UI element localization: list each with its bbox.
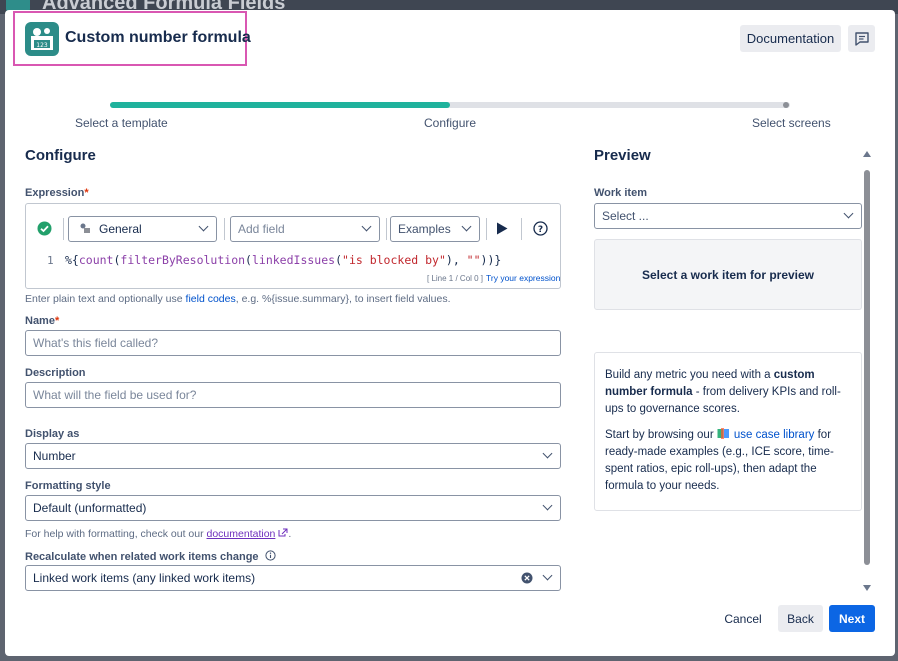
documentation-link[interactable]: documentation [207, 528, 276, 540]
help-icon[interactable]: ? [533, 221, 548, 239]
step-select-screens[interactable]: Select screens [752, 116, 831, 130]
chevron-down-icon [461, 221, 472, 232]
formula-app-icon: 123 [25, 22, 59, 56]
chevron-down-icon [361, 221, 372, 232]
chevron-down-icon [542, 570, 553, 581]
run-icon[interactable] [496, 222, 508, 238]
display-as-select[interactable]: Number [25, 443, 561, 469]
chevron-down-icon [198, 221, 209, 232]
toolbar-divider [486, 218, 487, 240]
formatting-style-select[interactable]: Default (unformatted) [25, 495, 561, 521]
back-button[interactable]: Back [778, 605, 823, 632]
recalculate-label: Recalculate when related work items chan… [25, 550, 276, 563]
preview-empty-state: Select a work item for preview [594, 239, 862, 310]
chevron-down-icon [843, 208, 854, 219]
svg-text:?: ? [538, 225, 543, 235]
toolbar-divider [521, 218, 522, 240]
name-input[interactable]: What's this field called? [25, 330, 561, 356]
feedback-button[interactable] [848, 25, 875, 52]
context-select-value: General [99, 222, 142, 236]
configure-heading: Configure [25, 147, 96, 164]
stepper-progress [110, 102, 450, 108]
expression-label: Expression* [25, 187, 89, 199]
name-label: Name* [25, 315, 60, 327]
work-item-label: Work item [594, 187, 647, 199]
formula-dialog: 123 Custom number formula Documentation … [5, 10, 895, 656]
field-codes-link[interactable]: field codes [186, 293, 236, 305]
book-icon [717, 428, 729, 439]
next-button[interactable]: Next [829, 605, 875, 632]
dialog-title: Custom number formula [65, 29, 251, 46]
description-label: Description [25, 367, 86, 379]
formatting-help: For help with formatting, check out our … [25, 528, 292, 540]
context-select[interactable]: General [68, 216, 217, 242]
step-select-template[interactable]: Select a template [75, 116, 168, 130]
examples-select[interactable]: Examples [390, 216, 480, 242]
add-field-select[interactable]: Add field [230, 216, 380, 242]
info-icon[interactable] [264, 550, 276, 561]
toolbar-divider [224, 218, 225, 240]
work-item-select[interactable]: Select ... [594, 203, 862, 229]
try-expression-link[interactable]: Try your expression [486, 273, 560, 283]
preview-heading: Preview [594, 147, 651, 164]
scrollbar[interactable] [864, 170, 870, 565]
display-as-label: Display as [25, 428, 80, 440]
description-input[interactable]: What will the field be used for? [25, 382, 561, 408]
feedback-icon [854, 31, 869, 46]
external-link-icon [278, 528, 288, 537]
step-configure[interactable]: Configure [424, 116, 476, 130]
scroll-down-arrow[interactable] [863, 585, 871, 591]
context-icon [79, 222, 91, 237]
use-case-library-link[interactable]: use case library [734, 429, 815, 441]
expression-hint: Enter plain text and optionally use fiel… [25, 293, 451, 305]
chevron-down-icon [542, 448, 553, 459]
add-field-placeholder: Add field [238, 222, 285, 236]
scroll-up-arrow[interactable] [863, 151, 871, 157]
stepper-end-dot [783, 102, 789, 108]
examples-label: Examples [398, 222, 451, 236]
expression-code[interactable]: %{count(filterByResolution(linkedIssues(… [65, 253, 501, 267]
info-panel: Build any metric you need with a custom … [594, 352, 862, 511]
chevron-down-icon [542, 500, 553, 511]
cancel-button[interactable]: Cancel [718, 605, 768, 632]
documentation-button[interactable]: Documentation [740, 25, 841, 52]
toolbar-divider [386, 218, 387, 240]
cursor-position: [ Line 1 / Col 0 ] [427, 274, 484, 283]
valid-check-icon [37, 221, 52, 239]
clear-icon[interactable] [521, 572, 533, 587]
line-number: 1 [47, 254, 54, 267]
toolbar-divider [63, 218, 64, 240]
formatting-style-label: Formatting style [25, 480, 111, 492]
recalculate-select[interactable]: Linked work items (any linked work items… [25, 565, 561, 591]
logo-badge: 123 [36, 42, 48, 49]
